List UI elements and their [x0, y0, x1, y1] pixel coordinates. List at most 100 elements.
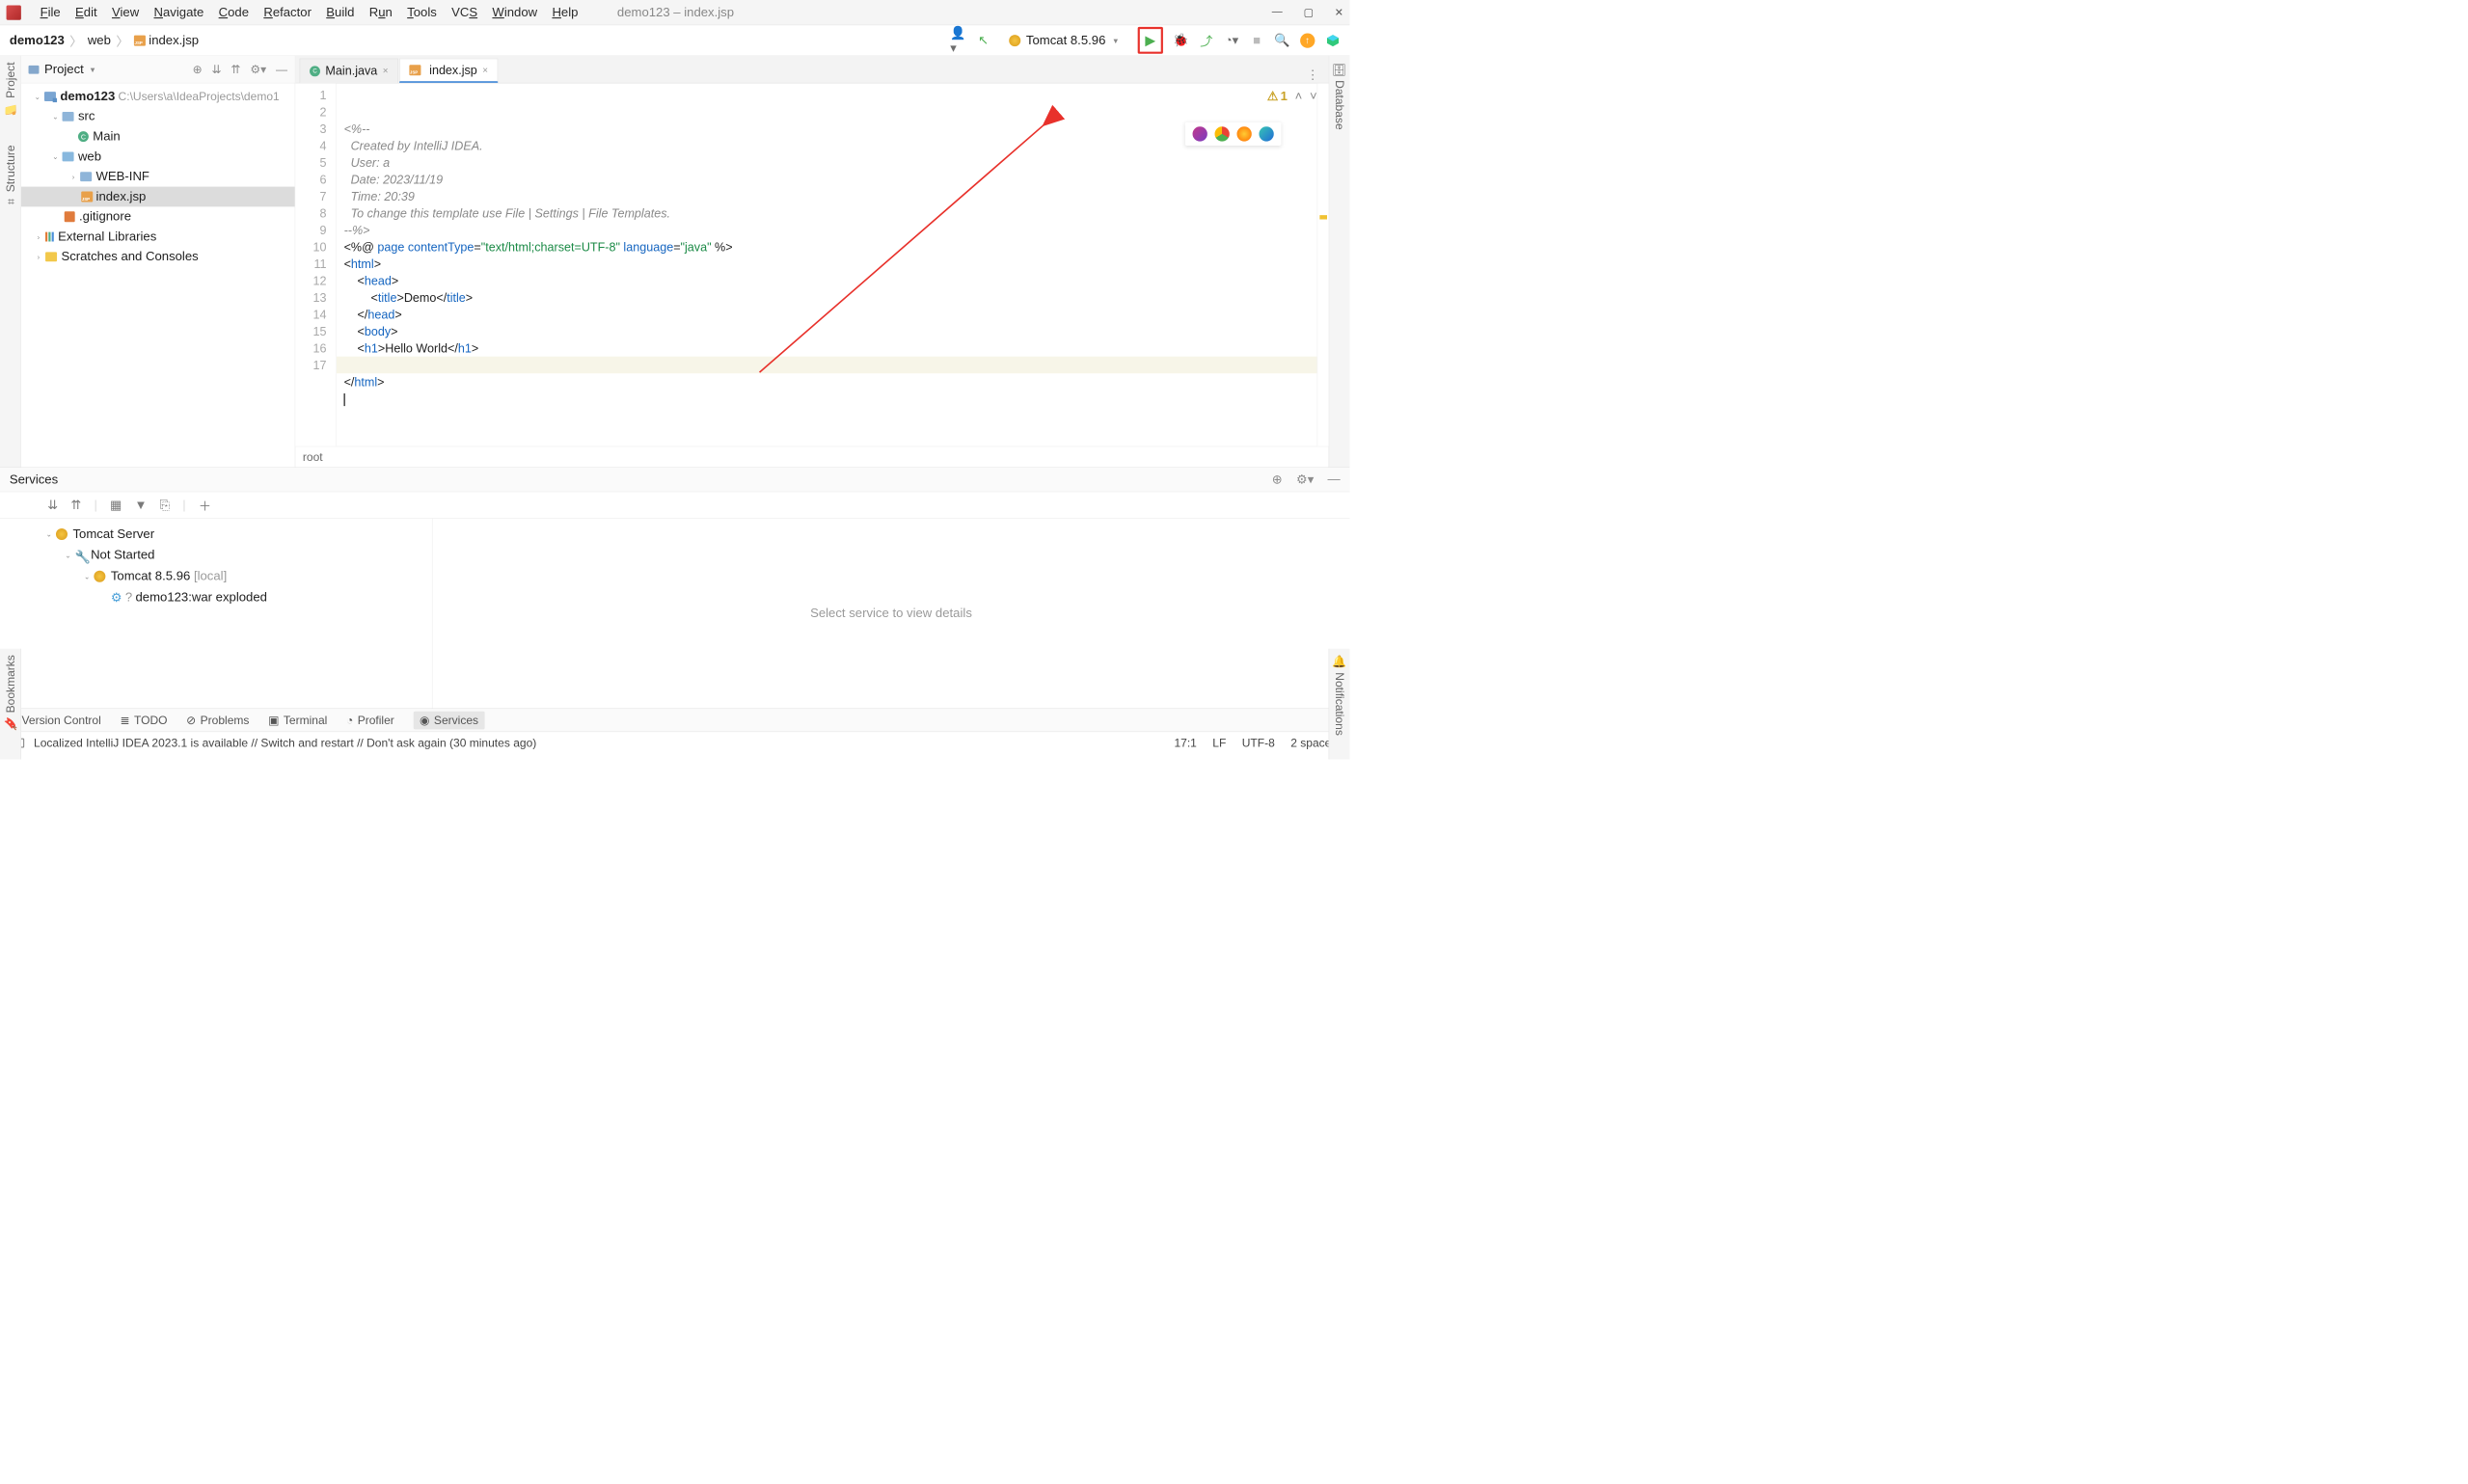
jsp-file-icon: [134, 35, 146, 45]
terminal-tab[interactable]: ▣Terminal: [268, 714, 327, 727]
bookmarks-tool-tab[interactable]: 🔖Bookmarks: [4, 655, 17, 730]
profiler-tab[interactable]: ◔Profiler: [346, 714, 394, 727]
services-tree: ⌄Tomcat Server ⌄🔧Not Started ⌄Tomcat 8.5…: [0, 519, 432, 709]
tree-module-root[interactable]: ⌄demo123C:\Users\a\IdeaProjects\demo1: [21, 87, 295, 107]
chrome-icon[interactable]: [1215, 126, 1230, 141]
menu-window[interactable]: Window: [485, 5, 545, 19]
menu-file[interactable]: File: [33, 5, 68, 19]
menu-build[interactable]: Build: [319, 5, 363, 19]
menu-navigate[interactable]: Navigate: [147, 5, 211, 19]
search-button[interactable]: 🔍: [1275, 33, 1289, 47]
tab-options-icon[interactable]: ⋮: [1297, 67, 1329, 83]
folder-icon: [29, 66, 40, 74]
collapse-all-icon[interactable]: ⇈: [70, 498, 81, 513]
expand-all-icon[interactable]: ⇊: [47, 498, 58, 513]
scratches-icon: [45, 252, 57, 261]
services-settings-icon[interactable]: ⚙▾: [1296, 472, 1314, 487]
menu-edit[interactable]: Edit: [68, 5, 104, 19]
dropdown-arrow-icon[interactable]: ▼: [89, 66, 96, 74]
editor-gutter[interactable]: 1234567891011121314151617: [295, 83, 337, 445]
project-tool-tab[interactable]: 📁Project: [4, 63, 17, 116]
menu-view[interactable]: View: [104, 5, 147, 19]
expand-all-icon[interactable]: ⇊: [212, 63, 222, 76]
stop-button[interactable]: ■: [1250, 33, 1264, 47]
run-button-highlighted: ▶: [1138, 27, 1163, 54]
tree-webinf-folder[interactable]: ›WEB-INF: [21, 167, 295, 187]
run-button[interactable]: ▶: [1145, 32, 1155, 47]
back-arrow-icon[interactable]: ↖: [976, 33, 990, 47]
structure-tool-tab[interactable]: ⌗Structure: [4, 146, 17, 207]
editor-tab-main[interactable]: CMain.java×: [300, 59, 398, 83]
marker-bar[interactable]: [1317, 83, 1329, 445]
edge-icon[interactable]: [1259, 126, 1273, 141]
dropdown-arrow-icon: ▼: [1112, 36, 1120, 44]
inspection-warning-badge[interactable]: ⚠ 1: [1267, 89, 1288, 104]
tree-web-folder[interactable]: ⌄web: [21, 147, 295, 167]
select-open-file-icon[interactable]: ⊕: [193, 63, 203, 76]
hide-icon[interactable]: —: [276, 63, 287, 76]
services-tab[interactable]: ◉Services: [413, 711, 484, 729]
menu-vcs[interactable]: VCS: [444, 5, 484, 19]
list-icon: ≣: [120, 714, 129, 727]
database-tool-tab[interactable]: 🗄Database: [1333, 63, 1346, 130]
tomcat-icon: [56, 528, 68, 540]
problems-tab[interactable]: ⊘Problems: [186, 714, 249, 727]
todo-tab[interactable]: ≣TODO: [120, 714, 167, 727]
close-button[interactable]: ✕: [1335, 6, 1343, 19]
breadcrumb[interactable]: demo123 〉 web 〉 index.jsp: [10, 31, 199, 49]
builtin-preview-icon[interactable]: [1193, 126, 1207, 141]
next-highlight-icon[interactable]: ˅: [1310, 89, 1317, 103]
close-tab-icon[interactable]: ×: [482, 65, 488, 75]
caret-position[interactable]: 17:1: [1174, 736, 1196, 749]
run-config-selector[interactable]: Tomcat 8.5.96 ▼: [1001, 30, 1126, 50]
menu-tools[interactable]: Tools: [400, 5, 445, 19]
version-control-tab[interactable]: ᛘVersion Control: [11, 714, 101, 727]
open-new-tab-icon[interactable]: ⎘: [160, 498, 171, 512]
services-instance[interactable]: ⌄Tomcat 8.5.96 [local]: [0, 566, 432, 587]
line-separator[interactable]: LF: [1212, 736, 1226, 749]
project-view-title[interactable]: Project: [44, 62, 84, 76]
services-artifact[interactable]: ⚙?demo123:war exploded: [0, 587, 432, 608]
breadcrumb-folder[interactable]: web: [88, 33, 111, 47]
services-status[interactable]: ⌄🔧Not Started: [0, 545, 432, 566]
firefox-icon[interactable]: [1236, 126, 1251, 141]
add-service-icon[interactable]: ＋: [199, 496, 211, 514]
collapse-all-icon[interactable]: ⇈: [231, 63, 240, 76]
tree-gitignore[interactable]: .gitignore: [21, 206, 295, 227]
breadcrumb-file[interactable]: index.jsp: [149, 33, 199, 47]
menu-code[interactable]: Code: [211, 5, 257, 19]
prev-highlight-icon[interactable]: ˄: [1295, 89, 1303, 103]
debug-button[interactable]: 🐞: [1174, 33, 1188, 47]
code-editor[interactable]: <%-- Created by IntelliJ IDEA. User: a D…: [337, 83, 1317, 445]
notifications-tool-tab[interactable]: 🔔Notifications: [1333, 655, 1346, 736]
profile-button[interactable]: ◔▾: [1224, 33, 1238, 47]
tree-index-jsp[interactable]: index.jsp: [21, 187, 295, 207]
tomcat-icon: [94, 571, 105, 582]
services-autoscroll-icon[interactable]: ⊕: [1272, 472, 1283, 487]
coverage-button[interactable]: ⤴: [1199, 33, 1213, 47]
file-encoding[interactable]: UTF-8: [1242, 736, 1275, 749]
menu-help[interactable]: Help: [545, 5, 585, 19]
tree-scratches[interactable]: ›Scratches and Consoles: [21, 247, 295, 267]
ide-settings-icon[interactable]: [1325, 33, 1340, 47]
status-message[interactable]: Localized IntelliJ IDEA 2023.1 is availa…: [34, 736, 536, 749]
menu-refactor[interactable]: Refactor: [257, 5, 319, 19]
tree-external-libs[interactable]: ›External Libraries: [21, 227, 295, 247]
update-available-icon[interactable]: ↑: [1300, 33, 1315, 47]
filter-icon[interactable]: ▼: [135, 498, 148, 512]
tree-src-folder[interactable]: ⌄src: [21, 106, 295, 126]
editor-breadcrumb[interactable]: root: [295, 446, 1328, 468]
breadcrumb-module[interactable]: demo123: [10, 33, 65, 47]
minimize-button[interactable]: —: [1272, 6, 1283, 19]
services-hide-icon[interactable]: —: [1328, 472, 1341, 487]
warning-marker-icon[interactable]: [1319, 215, 1327, 219]
settings-icon[interactable]: ⚙▾: [250, 63, 266, 76]
editor-tab-index[interactable]: index.jsp×: [399, 59, 498, 83]
add-user-icon[interactable]: 👤▾: [951, 33, 965, 47]
maximize-button[interactable]: ▢: [1304, 6, 1314, 19]
tree-main-class[interactable]: CMain: [21, 126, 295, 147]
menu-run[interactable]: Run: [362, 5, 399, 19]
group-by-icon[interactable]: ▦: [110, 498, 122, 513]
close-tab-icon[interactable]: ×: [383, 66, 389, 76]
services-root[interactable]: ⌄Tomcat Server: [0, 524, 432, 545]
